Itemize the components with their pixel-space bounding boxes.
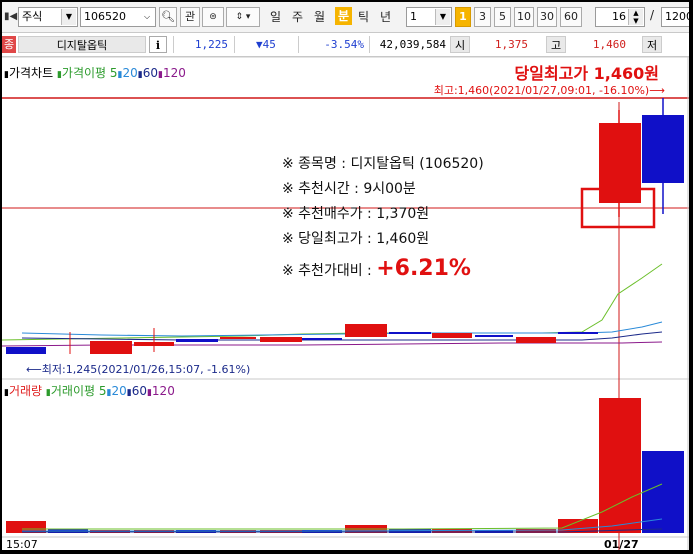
low-note: ⟵최저:1,245(2021/01/26,15:07, -1.61%)	[26, 363, 251, 376]
volume-bar	[599, 398, 641, 533]
candle	[6, 347, 46, 354]
candle	[432, 333, 472, 338]
candle	[516, 337, 556, 343]
note-recommend-time: ※ 추천시간 : 9시00분	[282, 181, 416, 197]
chart-window: ▮◀ 주식 ▼ 106520 ⌵ 🔍︎ 관 ⊜ ⇕ ▾ 일 주 월 분 틱 년 …	[2, 2, 689, 550]
candle	[176, 339, 218, 342]
candle	[302, 338, 342, 340]
note-buy-price: ※ 추천매수가 : 1,370원	[282, 206, 430, 222]
x-axis-label-left: 15:07	[6, 538, 38, 550]
note-gain-value: +6.21%	[376, 256, 471, 281]
candle	[134, 342, 174, 346]
candle	[389, 332, 431, 334]
legend-volume-ma[interactable]: 거래이평	[51, 384, 95, 398]
candle	[220, 337, 256, 339]
legend-vol-ma120[interactable]: 120	[152, 384, 175, 398]
legend-volume[interactable]: 거래량	[9, 384, 42, 398]
candle	[90, 341, 132, 354]
candle-bull	[599, 123, 641, 203]
note-gain-label: ※ 추천가대비 :	[282, 263, 377, 279]
legend-vol-ma5[interactable]: 5	[99, 384, 107, 398]
recommendation-note: ※ 종목명 : 디지탈옵틱 (106520) ※ 추천시간 : 9시00분 ※ …	[282, 152, 484, 284]
candle-bear	[642, 115, 684, 183]
note-stock-name: ※ 종목명 : 디지탈옵틱 (106520)	[282, 156, 484, 172]
candle	[345, 324, 387, 337]
note-day-high: ※ 당일최고가 : 1,460원	[282, 231, 430, 247]
legend-vol-ma20[interactable]: 20	[111, 384, 126, 398]
x-axis-label-right: 01/27	[604, 538, 639, 550]
volume-legend: ▮거래량 ▮거래이평 5▮20▮60▮120	[4, 382, 175, 399]
candle	[475, 335, 513, 337]
candle	[260, 337, 302, 342]
candle	[558, 332, 598, 334]
legend-vol-ma60[interactable]: 60	[132, 384, 147, 398]
